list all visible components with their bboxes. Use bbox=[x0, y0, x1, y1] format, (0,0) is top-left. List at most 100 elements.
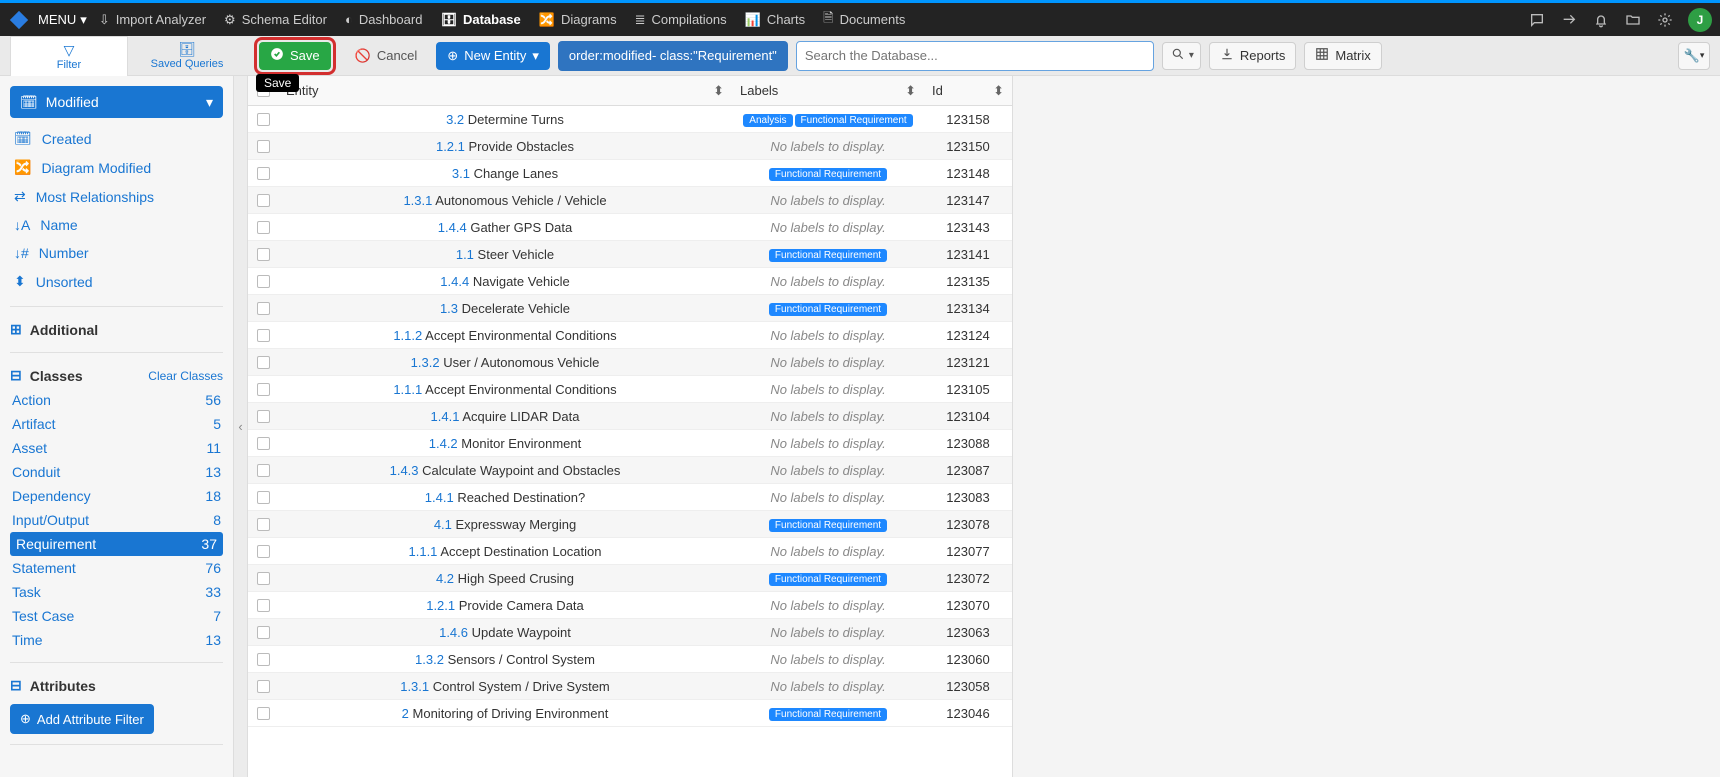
folder-icon[interactable] bbox=[1624, 11, 1642, 29]
row-checkbox[interactable] bbox=[257, 545, 270, 558]
row-checkbox[interactable] bbox=[257, 707, 270, 720]
table-row[interactable]: 1.1 Steer VehicleFunctional Requirement1… bbox=[248, 241, 1012, 268]
table-row[interactable]: 4.2 High Speed CrusingFunctional Require… bbox=[248, 565, 1012, 592]
nav-dashboard[interactable]: ◐Dashboard bbox=[345, 12, 422, 27]
class-time[interactable]: Time13 bbox=[10, 628, 223, 652]
col-id[interactable]: Id⬍ bbox=[924, 83, 1012, 99]
settings-dropdown[interactable]: 🔧▾ bbox=[1678, 42, 1710, 70]
table-row[interactable]: 1.2.1 Provide ObstaclesNo labels to disp… bbox=[248, 133, 1012, 160]
table-row[interactable]: 1.4.2 Monitor EnvironmentNo labels to di… bbox=[248, 430, 1012, 457]
row-checkbox[interactable] bbox=[257, 329, 270, 342]
row-checkbox[interactable] bbox=[257, 626, 270, 639]
row-checkbox[interactable] bbox=[257, 410, 270, 423]
table-row[interactable]: 1.4.3 Calculate Waypoint and ObstaclesNo… bbox=[248, 457, 1012, 484]
table-row[interactable]: 4.1 Expressway MergingFunctional Require… bbox=[248, 511, 1012, 538]
row-checkbox[interactable] bbox=[257, 572, 270, 585]
class-input-output[interactable]: Input/Output8 bbox=[10, 508, 223, 532]
cancel-button[interactable]: 🚫 Cancel bbox=[344, 42, 429, 70]
nav-documents[interactable]: 🗎Documents bbox=[823, 9, 905, 31]
table-row[interactable]: 1.2.1 Provide Camera DataNo labels to di… bbox=[248, 592, 1012, 619]
search-button[interactable]: ▾ bbox=[1162, 42, 1201, 70]
row-checkbox[interactable] bbox=[257, 599, 270, 612]
class-requirement[interactable]: Requirement37 bbox=[10, 532, 223, 556]
row-checkbox[interactable] bbox=[257, 356, 270, 369]
row-checkbox[interactable] bbox=[257, 194, 270, 207]
section-additional[interactable]: ⊞ Additional bbox=[10, 317, 223, 342]
table-row[interactable]: 3.2 Determine TurnsAnalysisFunctional Re… bbox=[248, 106, 1012, 133]
row-checkbox[interactable] bbox=[257, 383, 270, 396]
query-chip[interactable]: order:modified- class:"Requirement" bbox=[558, 41, 788, 71]
table-row[interactable]: 1.1.1 Accept Environmental ConditionsNo … bbox=[248, 376, 1012, 403]
settings-icon[interactable] bbox=[1656, 11, 1674, 29]
table-row[interactable]: 1.3.1 Autonomous Vehicle / VehicleNo lab… bbox=[248, 187, 1012, 214]
save-button[interactable]: Save bbox=[259, 42, 331, 70]
row-checkbox[interactable] bbox=[257, 518, 270, 531]
class-action[interactable]: Action56 bbox=[10, 388, 223, 412]
class-asset[interactable]: Asset11 bbox=[10, 436, 223, 460]
table-row[interactable]: 1.1.1 Accept Destination LocationNo labe… bbox=[248, 538, 1012, 565]
share-icon[interactable] bbox=[1560, 11, 1578, 29]
section-classes[interactable]: ⊟ Classes Clear Classes bbox=[10, 363, 223, 388]
table-row[interactable]: 1.3.1 Control System / Drive SystemNo la… bbox=[248, 673, 1012, 700]
class-statement[interactable]: Statement76 bbox=[10, 556, 223, 580]
class-artifact[interactable]: Artifact5 bbox=[10, 412, 223, 436]
menu-dropdown[interactable]: MENU ▾ bbox=[38, 12, 87, 28]
table-row[interactable]: 2 Monitoring of Driving EnvironmentFunct… bbox=[248, 700, 1012, 727]
avatar[interactable]: J bbox=[1688, 8, 1712, 32]
class-test-case[interactable]: Test Case7 bbox=[10, 604, 223, 628]
class-task[interactable]: Task33 bbox=[10, 580, 223, 604]
sort-modified[interactable]: 🗓 Modified ▾ bbox=[10, 86, 223, 118]
row-checkbox[interactable] bbox=[257, 248, 270, 261]
table-row[interactable]: 1.4.1 Reached Destination?No labels to d… bbox=[248, 484, 1012, 511]
row-checkbox[interactable] bbox=[257, 680, 270, 693]
row-checkbox[interactable] bbox=[257, 437, 270, 450]
row-checkbox[interactable] bbox=[257, 221, 270, 234]
tab-saved-queries[interactable]: 🗄 Saved Queries bbox=[128, 36, 246, 75]
table-row[interactable]: 1.4.4 Gather GPS DataNo labels to displa… bbox=[248, 214, 1012, 241]
cell-entity: 1.3.2 Sensors / Control System bbox=[278, 652, 732, 667]
nav-schema-editor[interactable]: ⚙Schema Editor bbox=[224, 12, 327, 28]
sort-most-relationships[interactable]: ⇄Most Relationships bbox=[10, 182, 223, 211]
nav-charts[interactable]: 📊Charts bbox=[745, 12, 805, 28]
table-row[interactable]: 3.1 Change LanesFunctional Requirement12… bbox=[248, 160, 1012, 187]
table-row[interactable]: 1.4.1 Acquire LIDAR DataNo labels to dis… bbox=[248, 403, 1012, 430]
nav-database[interactable]: 🗄Database bbox=[440, 12, 520, 28]
sort-name[interactable]: ↓AName bbox=[10, 211, 223, 239]
class-conduit[interactable]: Conduit13 bbox=[10, 460, 223, 484]
row-checkbox[interactable] bbox=[257, 653, 270, 666]
bell-icon[interactable] bbox=[1592, 11, 1610, 29]
table-row[interactable]: 1.3.2 User / Autonomous VehicleNo labels… bbox=[248, 349, 1012, 376]
clear-classes[interactable]: Clear Classes bbox=[148, 369, 223, 383]
table-row[interactable]: 1.4.4 Navigate VehicleNo labels to displ… bbox=[248, 268, 1012, 295]
row-checkbox[interactable] bbox=[257, 464, 270, 477]
table-row[interactable]: 1.1.2 Accept Environmental ConditionsNo … bbox=[248, 322, 1012, 349]
row-checkbox[interactable] bbox=[257, 491, 270, 504]
row-checkbox[interactable] bbox=[257, 167, 270, 180]
tab-filter[interactable]: ▽ Filter bbox=[10, 36, 128, 76]
col-entity[interactable]: Entity⬍ bbox=[278, 83, 732, 99]
sort-diagram-modified[interactable]: 🔀Diagram Modified bbox=[10, 153, 223, 182]
table-row[interactable]: 1.4.6 Update WaypointNo labels to displa… bbox=[248, 619, 1012, 646]
new-entity-button[interactable]: ⊕ New Entity ▾ bbox=[436, 42, 550, 70]
class-dependency[interactable]: Dependency18 bbox=[10, 484, 223, 508]
row-checkbox[interactable] bbox=[257, 140, 270, 153]
col-labels[interactable]: Labels⬍ bbox=[732, 83, 924, 99]
nav-import-analyzer[interactable]: ⇩Import Analyzer bbox=[99, 12, 206, 28]
nav-diagrams[interactable]: 🔀Diagrams bbox=[539, 12, 617, 28]
collapse-sidebar-handle[interactable]: ‹ bbox=[234, 76, 248, 777]
row-checkbox[interactable] bbox=[257, 275, 270, 288]
row-checkbox[interactable] bbox=[257, 302, 270, 315]
sort-unsorted[interactable]: ⬍Unsorted bbox=[10, 267, 223, 296]
add-attribute-filter-button[interactable]: ⊕ Add Attribute Filter bbox=[10, 704, 154, 734]
section-attributes[interactable]: ⊟ Attributes bbox=[10, 673, 223, 698]
sort-created[interactable]: 🗓Created bbox=[10, 124, 223, 153]
reports-button[interactable]: Reports bbox=[1209, 42, 1297, 70]
table-row[interactable]: 1.3 Decelerate VehicleFunctional Require… bbox=[248, 295, 1012, 322]
comment-icon[interactable] bbox=[1528, 11, 1546, 29]
matrix-button[interactable]: Matrix bbox=[1304, 42, 1381, 70]
sort-number[interactable]: ↓#Number bbox=[10, 239, 223, 267]
table-row[interactable]: 1.3.2 Sensors / Control SystemNo labels … bbox=[248, 646, 1012, 673]
search-input[interactable] bbox=[796, 41, 1154, 71]
row-checkbox[interactable] bbox=[257, 113, 270, 126]
nav-compilations[interactable]: ≣Compilations bbox=[635, 12, 727, 28]
